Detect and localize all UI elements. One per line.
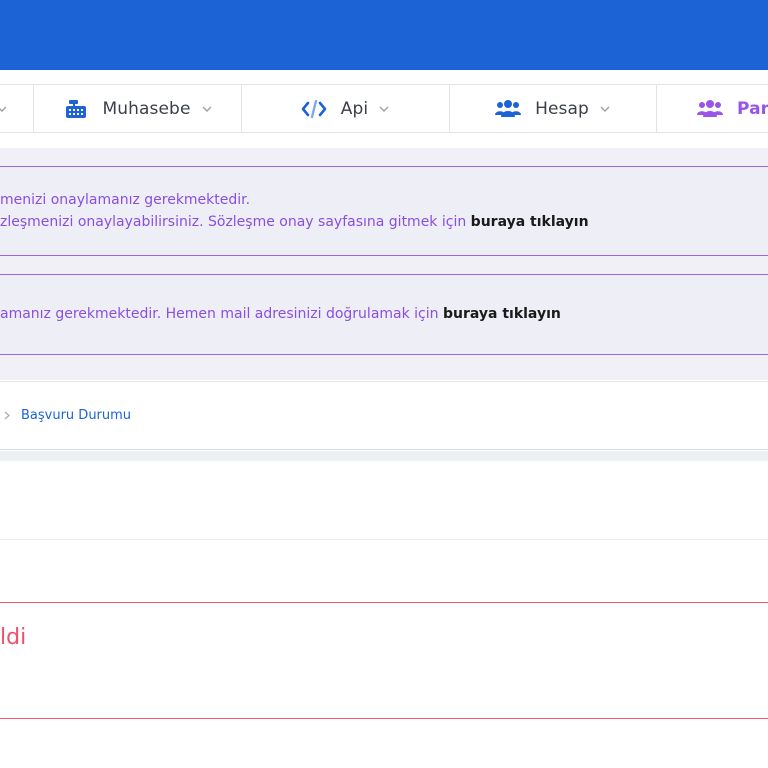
nav-label-api: Api: [340, 99, 369, 119]
alert-message-line: zleşmenizi onaylayabilirsiniz. Sözleşme …: [0, 214, 589, 230]
nav-item-partial-left[interactable]: [0, 85, 34, 133]
nav-label-muhasebe: Muhasebe: [102, 99, 191, 119]
nav-item-api[interactable]: Api: [241, 85, 449, 133]
breadcrumb-current[interactable]: Başvuru Durumu: [21, 408, 131, 423]
nav-item-muhasebe[interactable]: Muhasebe: [33, 85, 241, 133]
alert-message-line: menizi onaylamanız gerekmektedir.: [0, 192, 251, 208]
main-navbar: Muhasebe Api Hesap Par: [0, 84, 768, 133]
nav-label-hesap: Hesap: [535, 99, 589, 119]
email-verification-link[interactable]: buraya tıklayın: [443, 306, 561, 322]
breadcrumb: Başvuru Durumu: [0, 381, 768, 450]
nav-item-hesap[interactable]: Hesap: [449, 85, 656, 133]
nav-item-par[interactable]: Par: [656, 85, 768, 133]
alert-message-text: amanız gerekmektedir. Hemen mail adresin…: [0, 306, 443, 322]
chevron-right-icon: [4, 410, 10, 423]
chevron-down-icon: [599, 103, 611, 115]
alert-message-line: amanız gerekmektedir. Hemen mail adresin…: [0, 306, 561, 322]
code-icon: [301, 98, 327, 120]
content-divider: [0, 539, 768, 540]
chevron-down-icon: [201, 103, 213, 115]
nav-label-par: Par: [737, 99, 768, 119]
cash-register-icon: [63, 98, 89, 120]
section-divider: [0, 451, 768, 461]
chevron-down-icon: [0, 103, 8, 115]
contract-approval-alert: menizi onaylamanız gerekmektedir. zleşme…: [0, 166, 768, 256]
error-alert: ldi: [0, 602, 768, 719]
users-icon: [697, 98, 723, 120]
contract-approval-link[interactable]: buraya tıklayın: [471, 214, 589, 230]
email-verification-alert: amanız gerekmektedir. Hemen mail adresin…: [0, 274, 768, 355]
error-message: ldi: [0, 625, 27, 650]
alert-message-text: zleşmenizi onaylayabilirsiniz. Sözleşme …: [0, 214, 471, 230]
chevron-down-icon: [378, 103, 390, 115]
top-header-bar: [0, 0, 768, 70]
users-icon: [495, 98, 522, 120]
